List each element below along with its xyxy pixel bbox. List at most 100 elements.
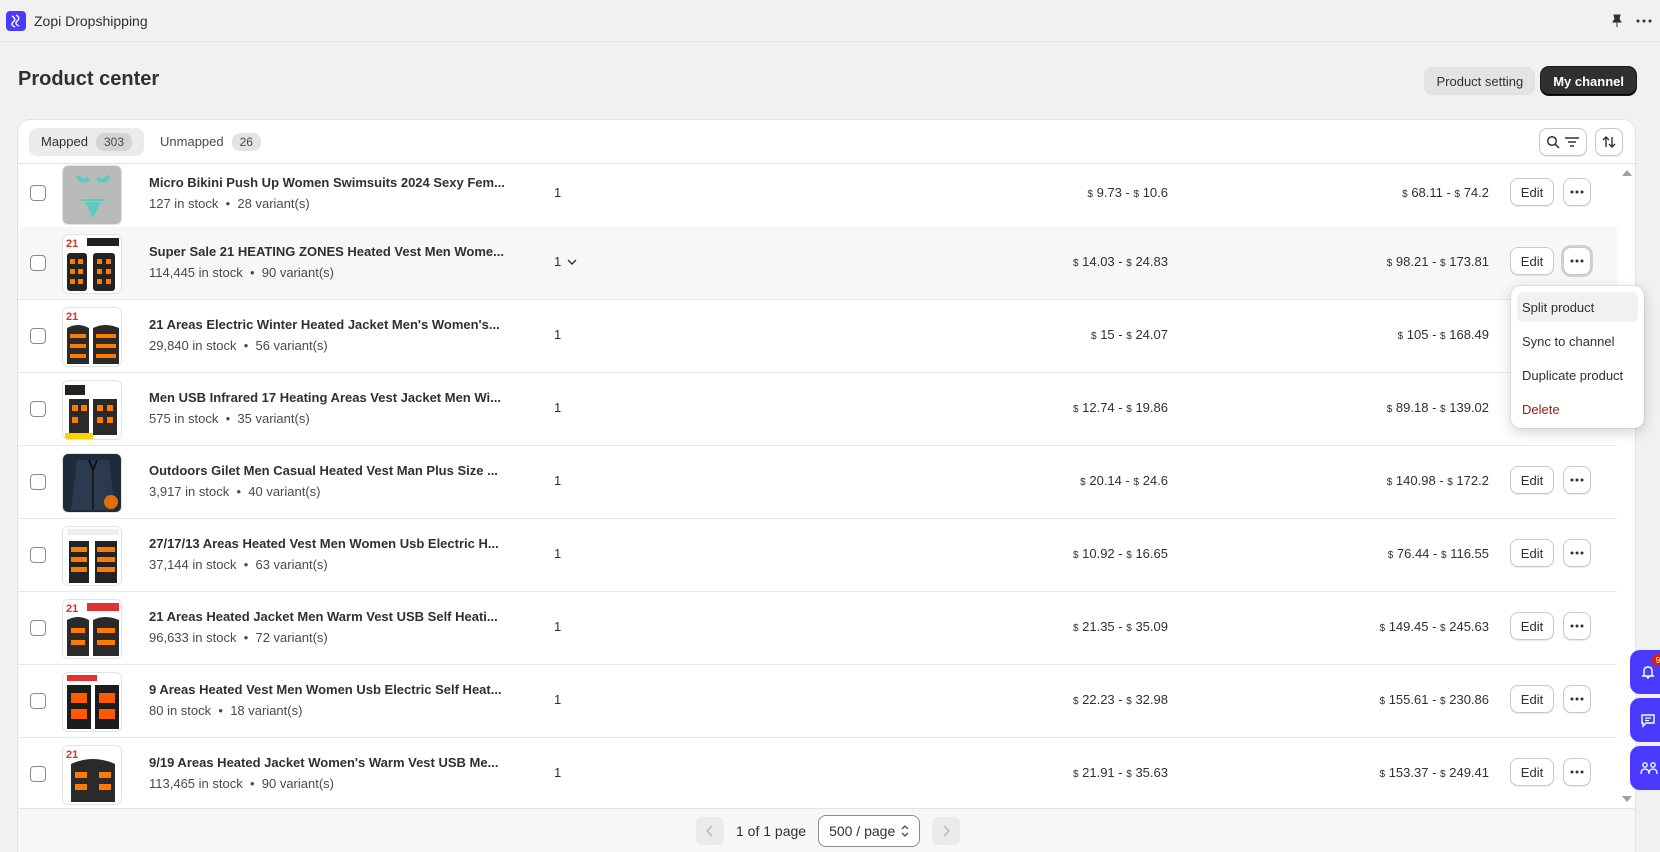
search-filter-button[interactable]: [1539, 128, 1587, 156]
sort-button[interactable]: [1595, 128, 1623, 156]
my-channel-button[interactable]: My channel: [1541, 67, 1636, 95]
row-checkbox[interactable]: [30, 185, 46, 201]
product-name[interactable]: Outdoors Gilet Men Casual Heated Vest Ma…: [149, 463, 498, 478]
row-actions-menu: Split product Sync to channel Duplicate …: [1511, 286, 1644, 428]
cost-range: $ 21.35 - $ 35.09: [1072, 619, 1168, 634]
more-horizontal-icon: [1570, 551, 1584, 555]
svg-text:21: 21: [66, 749, 78, 761]
table-row[interactable]: 21 Super Sale 21 HEATING ZONES Heated Ve…: [18, 227, 1617, 300]
row-more-button[interactable]: [1563, 466, 1591, 494]
price-range: $ 155.61 - $ 230.86: [1379, 692, 1490, 707]
product-name[interactable]: 9 Areas Heated Vest Men Women Usb Electr…: [149, 682, 502, 697]
community-float-button[interactable]: [1630, 746, 1660, 790]
product-meta: 114,445 in stock • 90 variant(s): [149, 265, 334, 280]
tab-label: Mapped: [41, 134, 88, 149]
row-more-button[interactable]: [1563, 247, 1591, 275]
edit-button[interactable]: Edit: [1510, 247, 1554, 275]
product-name[interactable]: Micro Bikini Push Up Women Swimsuits 202…: [149, 175, 505, 190]
row-checkbox[interactable]: [30, 401, 46, 417]
svg-text:21: 21: [66, 238, 78, 250]
product-thumbnail[interactable]: [62, 672, 122, 732]
product-meta: 113,465 in stock • 90 variant(s): [149, 776, 334, 791]
more-horizontal-icon: [1570, 770, 1584, 774]
edit-button[interactable]: Edit: [1510, 466, 1554, 494]
cost-range: $ 15 - $ 24.07: [1091, 327, 1168, 342]
table-row[interactable]: Outdoors Gilet Men Casual Heated Vest Ma…: [18, 446, 1617, 519]
previous-page-button[interactable]: [696, 817, 724, 845]
row-more-button[interactable]: [1563, 539, 1591, 567]
filter-icon: [1565, 137, 1579, 147]
row-more-button[interactable]: [1563, 612, 1591, 640]
table-row[interactable]: 27/17/13 Areas Heated Vest Men Women Usb…: [18, 519, 1617, 592]
edit-button[interactable]: Edit: [1510, 539, 1554, 567]
tab-unmapped[interactable]: Unmapped 26: [148, 128, 273, 156]
cost-range: $ 22.23 - $ 32.98: [1072, 692, 1168, 707]
edit-button[interactable]: Edit: [1510, 685, 1554, 713]
row-checkbox[interactable]: [30, 693, 46, 709]
product-thumbnail[interactable]: 21: [62, 234, 122, 294]
product-qty-dropdown[interactable]: 1: [554, 254, 577, 269]
edit-button[interactable]: Edit: [1510, 758, 1554, 786]
pin-icon[interactable]: [1610, 14, 1624, 28]
product-meta: 96,633 in stock • 72 variant(s): [149, 630, 328, 645]
product-setting-button[interactable]: Product setting: [1424, 67, 1536, 95]
product-name[interactable]: 27/17/13 Areas Heated Vest Men Women Usb…: [149, 536, 499, 551]
row-checkbox[interactable]: [30, 328, 46, 344]
scroll-up-arrow-icon[interactable]: [1622, 170, 1632, 176]
edit-button[interactable]: Edit: [1510, 612, 1554, 640]
product-name[interactable]: 21 Areas Electric Winter Heated Jacket M…: [149, 317, 500, 332]
cost-range: $ 12.74 - $ 19.86: [1072, 400, 1168, 415]
row-more-button[interactable]: [1563, 758, 1591, 786]
sync-to-channel-menu-item[interactable]: Sync to channel: [1517, 326, 1638, 356]
product-thumbnail[interactable]: [62, 165, 122, 225]
product-thumbnail[interactable]: [62, 453, 122, 513]
cost-range: $ 14.03 - $ 24.83: [1072, 254, 1168, 269]
product-thumbnail[interactable]: 21: [62, 745, 122, 805]
product-qty: 1: [554, 185, 562, 200]
product-name[interactable]: 9/19 Areas Heated Jacket Women's Warm Ve…: [149, 755, 498, 770]
table-row[interactable]: 21 21 Areas Heated Jacket Men Warm Vest …: [18, 592, 1617, 665]
delete-menu-item[interactable]: Delete: [1517, 394, 1638, 424]
row-checkbox[interactable]: [30, 255, 46, 271]
per-page-select[interactable]: 500 / page: [818, 815, 921, 847]
page-indicator: 1 of 1 page: [736, 823, 807, 839]
pagination-footer: 1 of 1 page 500 / page: [18, 808, 1635, 852]
tab-count-badge: 303: [95, 132, 133, 151]
product-name[interactable]: 21 Areas Heated Jacket Men Warm Vest USB…: [149, 609, 498, 624]
users-group-icon: [1640, 762, 1658, 775]
cost-range: $ 10.92 - $ 16.65: [1072, 546, 1168, 561]
more-options-icon[interactable]: [1636, 19, 1652, 23]
table-row[interactable]: Men USB Infrared 17 Heating Areas Vest J…: [18, 373, 1617, 446]
tab-mapped[interactable]: Mapped 303: [29, 127, 145, 156]
product-thumbnail[interactable]: [62, 526, 122, 586]
table-row[interactable]: 21 9/19 Areas Heated Jacket Women's Warm…: [18, 738, 1617, 808]
search-icon: [1546, 135, 1560, 149]
product-thumbnail[interactable]: [62, 380, 122, 440]
table-row[interactable]: 9 Areas Heated Vest Men Women Usb Electr…: [18, 665, 1617, 738]
product-name[interactable]: Super Sale 21 HEATING ZONES Heated Vest …: [149, 244, 504, 259]
table-row[interactable]: 21 21 Areas Electric Winter Heated Jacke…: [18, 300, 1617, 373]
row-checkbox[interactable]: [30, 620, 46, 636]
scroll-down-arrow-icon[interactable]: [1622, 796, 1632, 802]
next-page-button[interactable]: [932, 817, 961, 845]
svg-text:21: 21: [66, 311, 78, 323]
row-checkbox[interactable]: [30, 474, 46, 490]
duplicate-product-menu-item[interactable]: Duplicate product: [1517, 360, 1638, 390]
row-checkbox[interactable]: [30, 547, 46, 563]
product-thumbnail[interactable]: 21: [62, 307, 122, 367]
price-range: $ 89.18 - $ 139.02: [1386, 400, 1489, 415]
chat-float-button[interactable]: [1630, 698, 1660, 742]
more-horizontal-icon: [1570, 259, 1584, 263]
split-product-menu-item[interactable]: Split product: [1517, 292, 1638, 322]
product-name[interactable]: Men USB Infrared 17 Heating Areas Vest J…: [149, 390, 501, 405]
row-more-button[interactable]: [1563, 178, 1591, 206]
notifications-float-button[interactable]: 9: [1630, 650, 1660, 694]
product-qty: 1: [554, 327, 562, 342]
row-checkbox[interactable]: [30, 766, 46, 782]
row-more-button[interactable]: [1563, 685, 1591, 713]
product-thumbnail[interactable]: 21: [62, 599, 122, 659]
edit-button[interactable]: Edit: [1510, 178, 1554, 206]
product-list-card: Mapped 303 Unmapped 26 Micro Bikini Push…: [18, 120, 1635, 852]
app-title: Zopi Dropshipping: [34, 12, 148, 29]
cost-range: $ 21.91 - $ 35.63: [1072, 765, 1168, 780]
